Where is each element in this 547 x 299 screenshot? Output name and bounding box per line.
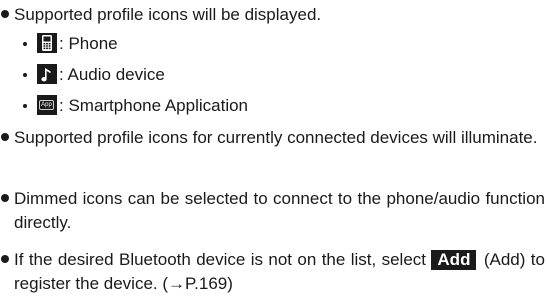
sub-bullet-dot [23, 73, 27, 77]
sub-bullet-dot [23, 42, 27, 46]
bullet-dot [1, 10, 9, 18]
add-button: Add [431, 250, 477, 270]
music-note-icon [37, 64, 57, 84]
sub-item-phone: : Phone [20, 32, 520, 56]
bullet-text: Dimmed icons can be selected to connect … [14, 189, 545, 232]
add-instruction-prefix: If the desired Bluetooth device is not o… [14, 250, 427, 269]
phone-icon [37, 33, 57, 53]
sub-bullet-dot [23, 104, 27, 108]
sub-item-app: App : Smartphone Application [20, 94, 520, 118]
bullet-text: Supported profile icons will be displaye… [14, 5, 322, 24]
bullet-dot [1, 255, 9, 263]
bullet-dot [1, 194, 9, 202]
sub-item-audio: : Audio device [20, 63, 520, 87]
sub-item-label: : Smartphone Application [59, 96, 249, 115]
bullet-dot [1, 133, 9, 141]
manual-page: Supported profile icons will be displaye… [0, 0, 547, 299]
bullet-text: Supported profile icons for currently co… [14, 128, 538, 147]
sub-item-label: : Audio device [59, 65, 165, 84]
app-icon-label: App [39, 100, 54, 110]
app-icon: App [37, 95, 57, 115]
bullet-text: If the desired Bluetooth device is not o… [14, 248, 545, 296]
sub-item-label: : Phone [59, 34, 118, 53]
